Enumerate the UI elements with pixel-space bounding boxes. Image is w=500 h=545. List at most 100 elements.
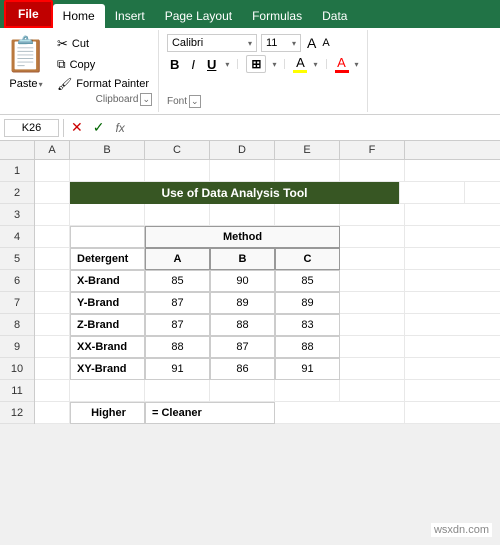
formula-input[interactable] — [133, 120, 496, 136]
zbrand-a[interactable]: 87 — [145, 314, 210, 336]
cell-f9[interactable] — [340, 336, 405, 358]
tab-formulas[interactable]: Formulas — [242, 4, 312, 28]
italic-button[interactable]: I — [188, 56, 198, 73]
cell-e1[interactable] — [275, 160, 340, 182]
cell-d11[interactable] — [210, 380, 275, 402]
cell-a3[interactable] — [35, 204, 70, 226]
ybrand-b[interactable]: 89 — [210, 292, 275, 314]
tab-insert[interactable]: Insert — [105, 4, 155, 28]
cell-c1[interactable] — [145, 160, 210, 182]
cell-a1[interactable] — [35, 160, 70, 182]
row-header-2[interactable]: 2 — [0, 182, 34, 204]
format-painter-button[interactable]: 🖌 Format Painter — [54, 75, 152, 93]
copy-button[interactable]: ⧉ Copy — [54, 55, 152, 74]
bold-button[interactable]: B — [167, 56, 182, 73]
cell-a4[interactable] — [35, 226, 70, 248]
cell-a12[interactable] — [35, 402, 70, 424]
row-header-1[interactable]: 1 — [0, 160, 34, 182]
col-header-c[interactable]: C — [145, 141, 210, 159]
row-header-12[interactable]: 12 — [0, 402, 34, 424]
clipboard-expand-icon[interactable]: ⌄ — [140, 93, 152, 106]
cell-e11[interactable] — [275, 380, 340, 402]
col-header-e[interactable]: E — [275, 141, 340, 159]
cell-a6[interactable] — [35, 270, 70, 292]
cell-f4[interactable] — [340, 226, 405, 248]
ybrand-label[interactable]: Y-Brand — [70, 292, 145, 314]
higher-cell[interactable]: Higher — [70, 402, 145, 424]
cell-f7[interactable] — [340, 292, 405, 314]
font-decrease-button[interactable]: A — [320, 34, 331, 52]
col-header-a[interactable]: A — [35, 141, 70, 159]
row-header-10[interactable]: 10 — [0, 358, 34, 380]
cell-b1[interactable] — [70, 160, 145, 182]
confirm-formula-button[interactable]: ✓ — [90, 119, 108, 136]
xbrand-label[interactable]: X-Brand — [70, 270, 145, 292]
row-header-3[interactable]: 3 — [0, 204, 34, 226]
zbrand-b[interactable]: 88 — [210, 314, 275, 336]
cell-b11[interactable] — [70, 380, 145, 402]
cell-c3[interactable] — [145, 204, 210, 226]
row-header-8[interactable]: 8 — [0, 314, 34, 336]
cell-f12[interactable] — [340, 402, 405, 424]
font-color-button[interactable]: A — [335, 55, 349, 73]
cut-button[interactable]: ✂ Cut — [54, 34, 152, 54]
cell-d1[interactable] — [210, 160, 275, 182]
cell-f8[interactable] — [340, 314, 405, 336]
cell-d3[interactable] — [210, 204, 275, 226]
cell-b4[interactable] — [70, 226, 145, 248]
paste-dropdown-icon[interactable]: ▾ — [39, 80, 43, 89]
highlight-dropdown-icon[interactable]: ▾ — [313, 60, 317, 69]
font-expand-icon[interactable]: ⌄ — [189, 95, 201, 108]
xxbrand-c[interactable]: 88 — [275, 336, 340, 358]
xxbrand-a[interactable]: 88 — [145, 336, 210, 358]
cell-a9[interactable] — [35, 336, 70, 358]
row-header-5[interactable]: 5 — [0, 248, 34, 270]
xybrand-a[interactable]: 91 — [145, 358, 210, 380]
cell-a7[interactable] — [35, 292, 70, 314]
detergent-header[interactable]: Detergent — [70, 248, 145, 270]
font-family-selector[interactable]: Calibri ▾ — [167, 34, 257, 52]
method-header-cell[interactable]: Method — [145, 226, 340, 248]
row-header-9[interactable]: 9 — [0, 336, 34, 358]
zbrand-c[interactable]: 83 — [275, 314, 340, 336]
col-header-d[interactable]: D — [210, 141, 275, 159]
col-b-header[interactable]: B — [210, 248, 275, 270]
tab-file[interactable]: File — [4, 0, 53, 28]
row-header-6[interactable]: 6 — [0, 270, 34, 292]
font-size-selector[interactable]: 11 ▾ — [261, 34, 301, 52]
xxbrand-b[interactable]: 87 — [210, 336, 275, 358]
font-color-dropdown-icon[interactable]: ▾ — [355, 60, 359, 69]
row-header-7[interactable]: 7 — [0, 292, 34, 314]
borders-button[interactable]: ⊞ — [246, 55, 266, 73]
cell-b3[interactable] — [70, 204, 145, 226]
cell-f10[interactable] — [340, 358, 405, 380]
cell-a11[interactable] — [35, 380, 70, 402]
col-header-b[interactable]: B — [70, 141, 145, 159]
tab-data[interactable]: Data — [312, 4, 357, 28]
xybrand-label[interactable]: XY-Brand — [70, 358, 145, 380]
xbrand-c[interactable]: 85 — [275, 270, 340, 292]
paste-button[interactable]: 📋 Paste ▾ — [6, 34, 46, 108]
xxbrand-label[interactable]: XX-Brand — [70, 336, 145, 358]
xybrand-b[interactable]: 86 — [210, 358, 275, 380]
cell-f5[interactable] — [340, 248, 405, 270]
row-header-11[interactable]: 11 — [0, 380, 34, 402]
cell-f2[interactable] — [400, 182, 465, 204]
xbrand-a[interactable]: 85 — [145, 270, 210, 292]
cell-a10[interactable] — [35, 358, 70, 380]
cell-a5[interactable] — [35, 248, 70, 270]
cleaner-cell[interactable]: = Cleaner — [145, 402, 275, 424]
col-header-f[interactable]: F — [340, 141, 405, 159]
borders-dropdown-icon[interactable]: ▾ — [272, 60, 276, 69]
zbrand-label[interactable]: Z-Brand — [70, 314, 145, 336]
underline-button[interactable]: U — [204, 56, 219, 73]
font-increase-button[interactable]: A — [305, 34, 318, 52]
cell-c11[interactable] — [145, 380, 210, 402]
tab-page-layout[interactable]: Page Layout — [155, 4, 242, 28]
row-header-4[interactable]: 4 — [0, 226, 34, 248]
col-a-header[interactable]: A — [145, 248, 210, 270]
col-c-header[interactable]: C — [275, 248, 340, 270]
xybrand-c[interactable]: 91 — [275, 358, 340, 380]
cell-f3[interactable] — [340, 204, 405, 226]
underline-dropdown-icon[interactable]: ▾ — [225, 60, 229, 69]
